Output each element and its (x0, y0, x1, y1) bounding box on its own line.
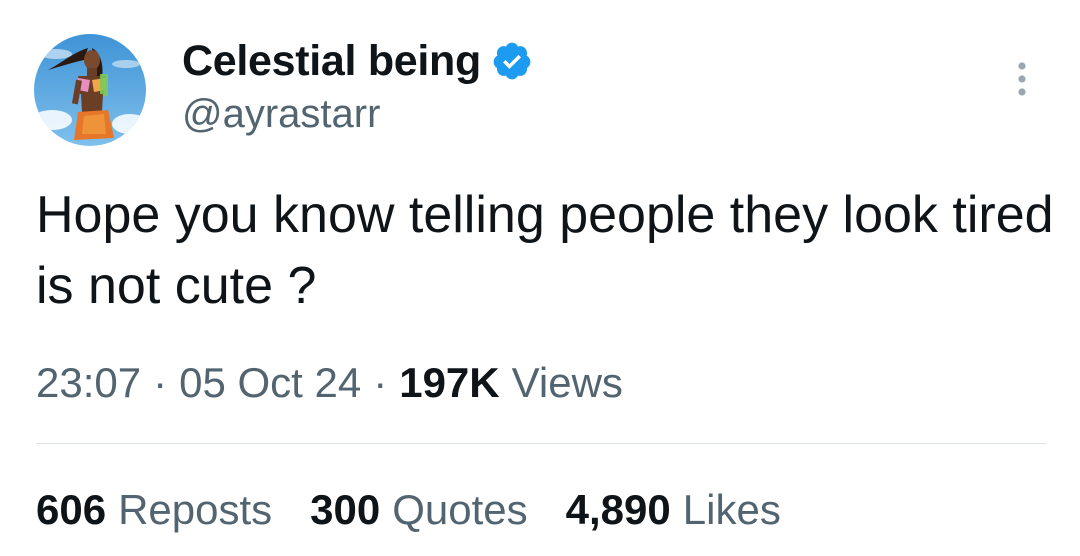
more-vertical-icon (1018, 62, 1026, 96)
more-options-button[interactable] (1004, 58, 1040, 100)
quotes-label: Quotes (392, 486, 528, 533)
quotes-count: 300 (310, 486, 381, 533)
tweet-text: Hope you know telling people they look t… (36, 186, 1054, 315)
likes-count: 4,890 (565, 486, 671, 533)
engagement-stats: 606 Reposts 300 Quotes 4,890 Likes (36, 484, 819, 536)
reposts-label: Reposts (118, 486, 273, 533)
views-label[interactable]: Views (512, 359, 623, 407)
avatar-image (34, 34, 146, 146)
views-count[interactable]: 197K (399, 359, 499, 407)
verified-badge-icon[interactable] (491, 40, 533, 82)
divider (36, 443, 1046, 444)
meta-separator: · (153, 359, 168, 406)
tweet-time[interactable]: 23:07 (36, 359, 141, 407)
author-name-row[interactable]: Celestial being (182, 36, 533, 86)
likes-label: Likes (682, 486, 781, 533)
avatar[interactable] (34, 34, 146, 146)
tweet-date[interactable]: 05 Oct 24 (179, 359, 361, 407)
likes-stat[interactable]: 4,890 Likes (566, 486, 781, 534)
meta-separator: · (373, 359, 388, 406)
author-handle[interactable]: @ayrastarr (182, 92, 380, 137)
quotes-stat[interactable]: 300 Quotes (310, 486, 528, 534)
reposts-stat[interactable]: 606 Reposts (36, 486, 272, 534)
reposts-count: 606 (36, 486, 107, 533)
tweet-meta: 23:07 · 05 Oct 24 · 197K Views (36, 357, 623, 409)
display-name[interactable]: Celestial being (182, 37, 481, 86)
